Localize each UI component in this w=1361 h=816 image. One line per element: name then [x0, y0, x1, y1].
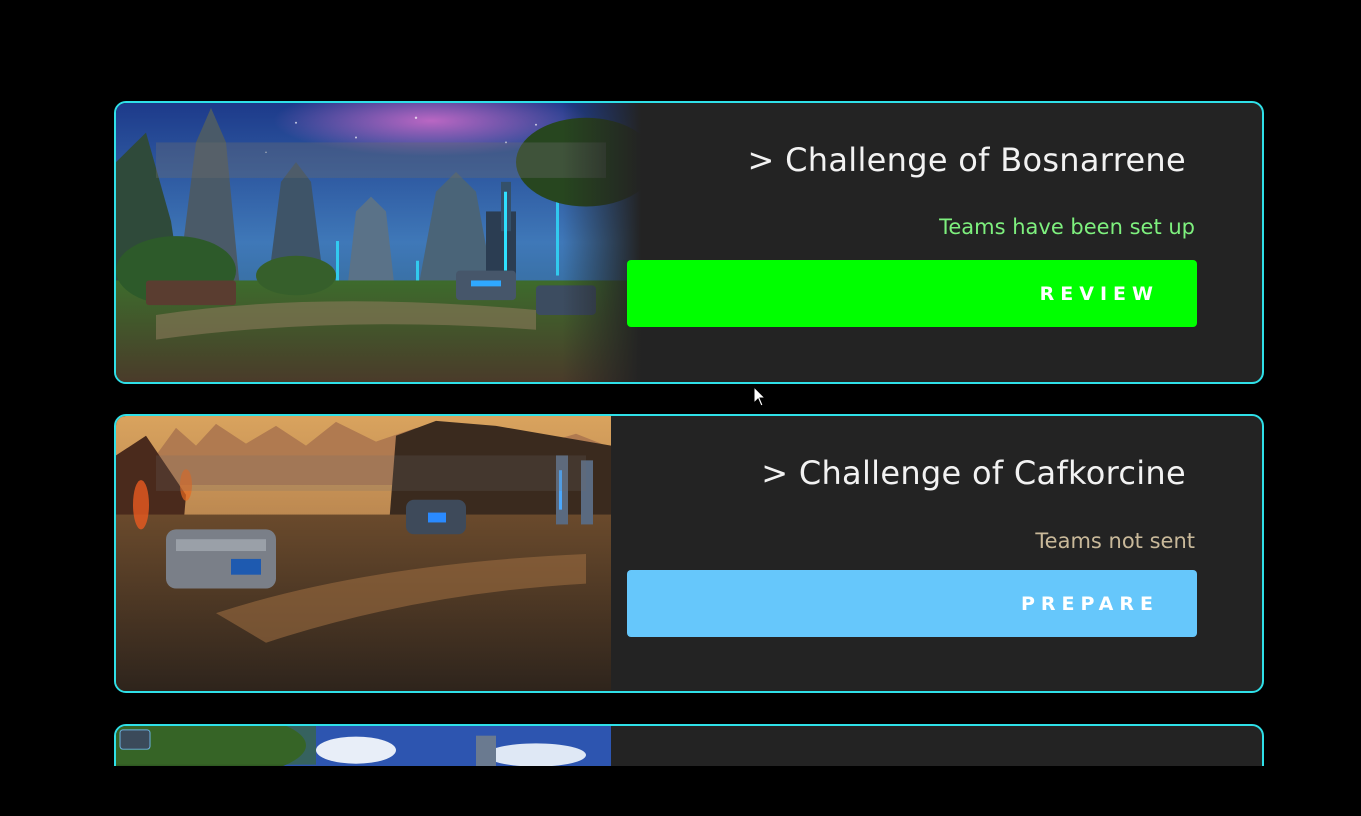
- review-button[interactable]: REVIEW: [627, 260, 1197, 327]
- challenge-card: [114, 724, 1264, 766]
- challenge-title: > Challenge of Bosnarrene: [747, 141, 1186, 179]
- mouse-cursor-icon: [753, 386, 767, 407]
- challenge-artwork: [116, 416, 611, 691]
- challenge-title: > Challenge of Cafkorcine: [761, 454, 1186, 492]
- team-status-text: Teams have been set up: [939, 215, 1195, 239]
- challenge-card: > Challenge of Cafkorcine Teams not sent…: [114, 414, 1264, 693]
- team-status-text: Teams not sent: [1035, 529, 1195, 553]
- challenge-artwork: [116, 103, 641, 382]
- challenge-card: > Challenge of Bosnarrene Teams have bee…: [114, 101, 1264, 384]
- challenge-artwork: [116, 726, 611, 766]
- prepare-button[interactable]: PREPARE: [627, 570, 1197, 637]
- challenge-list: > Challenge of Bosnarrene Teams have bee…: [0, 0, 1361, 766]
